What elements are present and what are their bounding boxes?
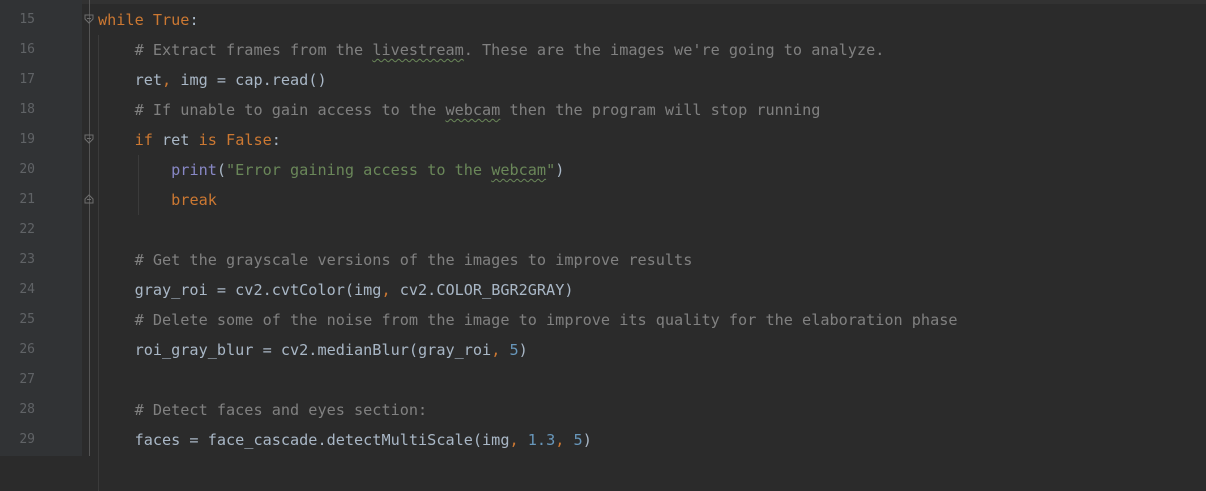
code-token: 1.3 — [527, 431, 556, 449]
code-token: , — [491, 341, 501, 359]
code-token: # If unable to gain access to the — [98, 101, 446, 119]
code-line[interactable]: # Get the grayscale versions of the imag… — [98, 245, 693, 275]
code-token: . These are the images we're going to an… — [463, 41, 885, 59]
line-number: 29 — [19, 432, 35, 447]
line-number: 25 — [19, 312, 35, 327]
code-line[interactable]: if ret is False: — [98, 125, 281, 155]
line-number: 26 — [19, 342, 35, 357]
code-line[interactable]: # If unable to gain access to the webcam… — [98, 95, 821, 125]
code-token: ret — [98, 71, 163, 89]
line-number: 16 — [19, 42, 35, 57]
line-number: 27 — [19, 372, 35, 387]
code-line[interactable]: ret, img = cap.read() — [98, 65, 327, 95]
code-line[interactable]: while True: — [98, 5, 199, 35]
code-token: cv2.COLOR_BGR2GRAY) — [390, 281, 574, 299]
code-token: # Extract frames from the — [98, 41, 373, 59]
code-token: " — [546, 161, 556, 179]
code-token: if — [134, 131, 153, 149]
code-token: break — [171, 191, 217, 209]
code-token: , — [162, 71, 172, 89]
editor-top-strip — [0, 0, 1206, 4]
line-number: 24 — [19, 282, 35, 297]
code-token: print — [171, 161, 217, 179]
code-token: ) — [582, 431, 592, 449]
line-number: 23 — [19, 252, 35, 267]
code-token: gray_roi = cv2.cvtColor(img — [98, 281, 382, 299]
code-line[interactable]: roi_gray_blur = cv2.medianBlur(gray_roi,… — [98, 335, 528, 365]
code-token: 5 — [573, 431, 583, 449]
code-line[interactable]: print("Error gaining access to the webca… — [98, 155, 564, 185]
code-token: faces = face_cascade.detectMultiScale(im… — [98, 431, 510, 449]
code-token: : — [189, 11, 199, 29]
code-token: ) — [555, 161, 565, 179]
code-token: True — [152, 11, 190, 29]
code-line[interactable]: gray_roi = cv2.cvtColor(img, cv2.COLOR_B… — [98, 275, 574, 305]
code-token: : — [271, 131, 281, 149]
code-line[interactable]: # Delete some of the noise from the imag… — [98, 305, 958, 335]
code-token: ( — [216, 161, 227, 179]
line-number: 21 — [19, 192, 35, 207]
code-token: roi_gray_blur = cv2.medianBlur(gray_roi — [98, 341, 492, 359]
code-token: webcam — [445, 101, 501, 119]
line-number: 20 — [19, 162, 35, 177]
code-token: ) — [518, 341, 528, 359]
code-token: , — [555, 431, 565, 449]
line-number: 28 — [19, 402, 35, 417]
code-token: 5 — [509, 341, 519, 359]
code-token: img = cap.read() — [171, 71, 327, 89]
fold-open-icon[interactable] — [84, 14, 94, 24]
code-token: # Get the grayscale versions of the imag… — [98, 251, 693, 269]
line-number: 15 — [19, 12, 35, 27]
code-token: while — [98, 11, 144, 29]
fold-open-icon[interactable] — [84, 134, 94, 144]
code-token: , — [381, 281, 391, 299]
line-number: 19 — [19, 132, 35, 147]
fold-end-icon[interactable] — [84, 194, 94, 204]
code-token: # Delete some of the noise from the imag… — [98, 311, 958, 329]
code-token: ret — [152, 131, 199, 149]
code-token: , — [509, 431, 519, 449]
code-token: # Detect faces and eyes section: — [98, 401, 428, 419]
code-token: False — [226, 131, 272, 149]
code-token: "Error gaining access to the — [226, 161, 492, 179]
line-number: 18 — [19, 102, 35, 117]
code-token: livestream — [372, 41, 464, 59]
code-line[interactable]: faces = face_cascade.detectMultiScale(im… — [98, 425, 592, 455]
line-number: 22 — [19, 222, 35, 237]
code-line[interactable]: # Extract frames from the livestream. Th… — [98, 35, 885, 65]
code-editor[interactable]: 15 while True: 16 # Extract frames from th… — [0, 0, 1206, 491]
line-number: 17 — [19, 72, 35, 87]
code-token: is — [198, 131, 217, 149]
code-line[interactable]: # Detect faces and eyes section: — [98, 395, 428, 425]
gutter-separator — [89, 0, 90, 456]
code-token: webcam — [491, 161, 547, 179]
code-line[interactable]: break — [98, 185, 217, 215]
code-token: then the program will stop running — [500, 101, 821, 119]
